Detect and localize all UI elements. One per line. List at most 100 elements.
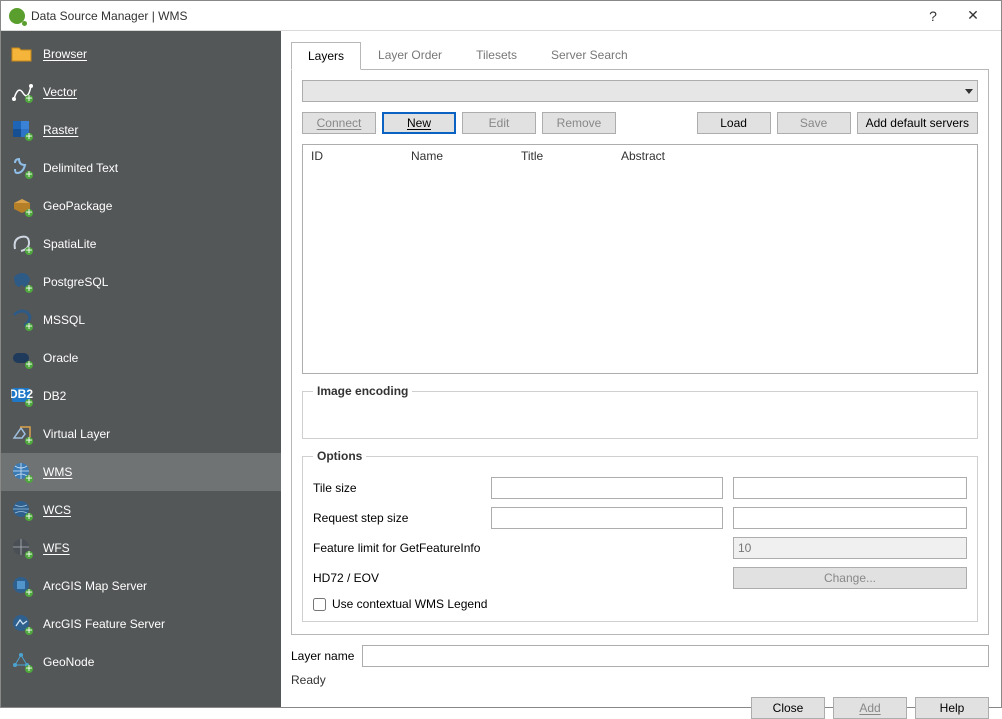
- sidebar-item-raster[interactable]: + Raster: [1, 111, 281, 149]
- postgres-icon: +: [11, 271, 33, 293]
- stepsize-y-input[interactable]: [733, 507, 967, 529]
- layer-name-label: Layer name: [291, 649, 354, 663]
- sidebar: Browser + Vector + Raster + Delimited Te…: [1, 31, 281, 707]
- wfs-icon: +: [11, 537, 33, 559]
- folder-icon: [11, 43, 33, 65]
- sidebar-item-label: MSSQL: [43, 313, 85, 327]
- sidebar-item-label: GeoPackage: [43, 199, 112, 213]
- col-title[interactable]: Title: [513, 145, 613, 167]
- svg-text:+: +: [25, 357, 32, 369]
- app-icon: [9, 8, 25, 24]
- dialog-footer: Close Add Help: [291, 697, 989, 719]
- svg-text:+: +: [25, 661, 32, 673]
- sidebar-item-label: SpatiaLite: [43, 237, 96, 251]
- svg-text:+: +: [25, 471, 32, 483]
- sidebar-item-mssql[interactable]: + MSSQL: [1, 301, 281, 339]
- help-button[interactable]: Help: [915, 697, 989, 719]
- content-area: Layers Layer Order Tilesets Server Searc…: [281, 31, 1001, 707]
- col-id[interactable]: ID: [303, 145, 403, 167]
- sidebar-item-label: Raster: [43, 123, 78, 137]
- arcgis-feature-icon: +: [11, 613, 33, 635]
- sidebar-item-label: WCS: [43, 503, 71, 517]
- add-button[interactable]: Add: [833, 697, 907, 719]
- vector-icon: +: [11, 81, 33, 103]
- svg-text:+: +: [25, 319, 32, 331]
- close-icon[interactable]: ✕: [953, 7, 993, 24]
- spatialite-icon: +: [11, 233, 33, 255]
- options-legend: Options: [313, 449, 366, 463]
- load-button[interactable]: Load: [697, 112, 771, 134]
- wms-icon: +: [11, 461, 33, 483]
- mssql-icon: +: [11, 309, 33, 331]
- layer-name-input[interactable]: [362, 645, 989, 667]
- connect-button[interactable]: Connect: [302, 112, 376, 134]
- svg-text:+: +: [25, 433, 32, 445]
- col-name[interactable]: Name: [403, 145, 513, 167]
- stepsize-x-input[interactable]: [491, 507, 723, 529]
- sidebar-item-db2[interactable]: DB2+ DB2: [1, 377, 281, 415]
- tab-server-search[interactable]: Server Search: [534, 41, 645, 69]
- oracle-icon: +: [11, 347, 33, 369]
- featlimit-input[interactable]: [733, 537, 967, 559]
- sidebar-item-arcgis-map[interactable]: + ArcGIS Map Server: [1, 567, 281, 605]
- tab-tilesets[interactable]: Tilesets: [459, 41, 534, 69]
- raster-icon: +: [11, 119, 33, 141]
- connection-button-row: Connect New Edit Remove Load Save Add de…: [302, 112, 978, 134]
- title-bar: Data Source Manager | WMS ? ✕: [1, 1, 1001, 31]
- new-button[interactable]: New: [382, 112, 456, 134]
- help-icon[interactable]: ?: [913, 8, 953, 24]
- sidebar-item-delimited[interactable]: + Delimited Text: [1, 149, 281, 187]
- contextual-legend-checkbox[interactable]: [313, 598, 326, 611]
- save-button[interactable]: Save: [777, 112, 851, 134]
- svg-text:+: +: [25, 623, 32, 635]
- sidebar-item-vector[interactable]: + Vector: [1, 73, 281, 111]
- table-header: ID Name Title Abstract: [303, 145, 977, 167]
- sidebar-item-label: GeoNode: [43, 655, 94, 669]
- sidebar-item-wms[interactable]: + WMS: [1, 453, 281, 491]
- sidebar-item-label: ArcGIS Feature Server: [43, 617, 165, 631]
- db2-icon: DB2+: [11, 385, 33, 407]
- add-default-servers-button[interactable]: Add default servers: [857, 112, 978, 134]
- svg-text:+: +: [25, 167, 32, 179]
- edit-button[interactable]: Edit: [462, 112, 536, 134]
- contextual-legend-label: Use contextual WMS Legend: [332, 597, 487, 611]
- sidebar-item-wcs[interactable]: + WCS: [1, 491, 281, 529]
- remove-button[interactable]: Remove: [542, 112, 616, 134]
- sidebar-item-wfs[interactable]: + WFS: [1, 529, 281, 567]
- window-title: Data Source Manager | WMS: [31, 9, 913, 23]
- svg-text:+: +: [25, 585, 32, 597]
- sidebar-item-arcgis-feature[interactable]: + ArcGIS Feature Server: [1, 605, 281, 643]
- wcs-icon: +: [11, 499, 33, 521]
- sidebar-item-postgres[interactable]: + PostgreSQL: [1, 263, 281, 301]
- sidebar-item-geonode[interactable]: + GeoNode: [1, 643, 281, 681]
- layers-table[interactable]: ID Name Title Abstract: [302, 144, 978, 374]
- tilesize-x-input[interactable]: [491, 477, 723, 499]
- geonode-icon: +: [11, 651, 33, 673]
- tilesize-label: Tile size: [313, 481, 481, 495]
- sidebar-item-label: Browser: [43, 47, 87, 61]
- col-abstract[interactable]: Abstract: [613, 145, 977, 167]
- change-crs-button[interactable]: Change...: [733, 567, 967, 589]
- tab-layers[interactable]: Layers: [291, 42, 361, 70]
- sidebar-item-spatialite[interactable]: + SpatiaLite: [1, 225, 281, 263]
- sidebar-item-virtual[interactable]: + Virtual Layer: [1, 415, 281, 453]
- svg-text:+: +: [25, 205, 32, 217]
- server-dropdown[interactable]: [302, 80, 978, 102]
- geopackage-icon: +: [11, 195, 33, 217]
- sidebar-item-label: PostgreSQL: [43, 275, 108, 289]
- tab-bar: Layers Layer Order Tilesets Server Searc…: [291, 41, 989, 69]
- tab-layer-order[interactable]: Layer Order: [361, 41, 459, 69]
- svg-text:+: +: [25, 395, 32, 407]
- sidebar-item-label: ArcGIS Map Server: [43, 579, 147, 593]
- arcgis-map-icon: +: [11, 575, 33, 597]
- sidebar-item-geopackage[interactable]: + GeoPackage: [1, 187, 281, 225]
- close-button[interactable]: Close: [751, 697, 825, 719]
- sidebar-item-browser[interactable]: Browser: [1, 35, 281, 73]
- image-encoding-legend: Image encoding: [313, 384, 412, 398]
- virtual-layer-icon: +: [11, 423, 33, 445]
- tilesize-y-input[interactable]: [733, 477, 967, 499]
- crs-label: HD72 / EOV: [313, 571, 723, 585]
- chevron-down-icon: [965, 89, 973, 94]
- svg-text:+: +: [25, 91, 32, 103]
- sidebar-item-oracle[interactable]: + Oracle: [1, 339, 281, 377]
